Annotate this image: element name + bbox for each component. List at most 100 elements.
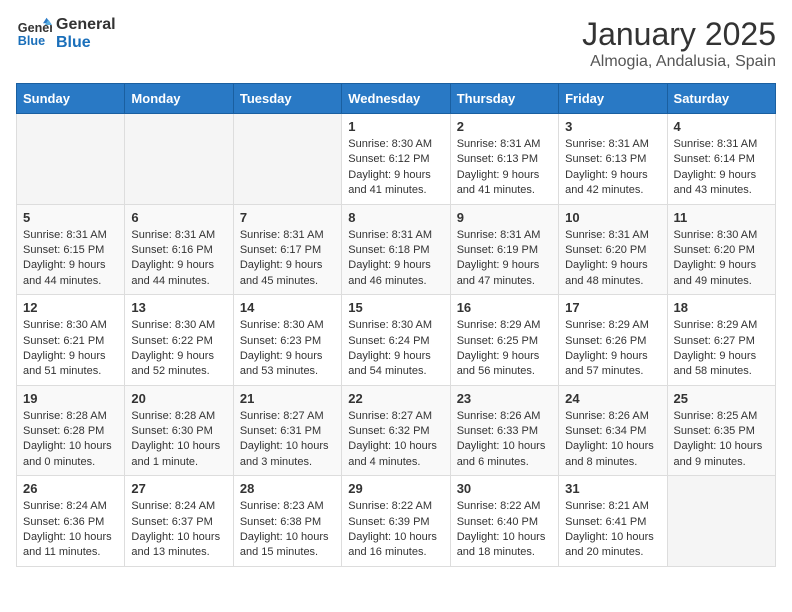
day-info: Sunrise: 8:31 AM Sunset: 6:17 PM Dayligh… xyxy=(240,228,335,290)
calendar-cell: 17 Sunrise: 8:29 AM Sunset: 6:26 PM Dayli… xyxy=(559,295,667,386)
weekday-header: Thursday xyxy=(450,84,558,114)
day-number: 29 xyxy=(348,481,443,496)
calendar-cell: 26 Sunrise: 8:24 AM Sunset: 6:36 PM Dayli… xyxy=(17,476,125,567)
day-info: Sunrise: 8:27 AM Sunset: 6:31 PM Dayligh… xyxy=(240,409,335,471)
calendar-cell: 3Sunrise: 8:31 AM Sunset: 6:13 PM Daylig… xyxy=(559,114,667,205)
day-info: Sunrise: 8:31 AM Sunset: 6:19 PM Dayligh… xyxy=(457,228,552,290)
day-info: Sunrise: 8:22 AM Sunset: 6:39 PM Dayligh… xyxy=(348,499,443,561)
calendar-cell xyxy=(17,114,125,205)
calendar-week-row: 26 Sunrise: 8:24 AM Sunset: 6:36 PM Dayli… xyxy=(17,476,776,567)
day-info: Sunrise: 8:24 AM Sunset: 6:36 PM Dayligh… xyxy=(23,499,118,561)
calendar-week-row: 12 Sunrise: 8:30 AM Sunset: 6:21 PM Dayli… xyxy=(17,295,776,386)
day-number: 6 xyxy=(131,210,226,225)
calendar-cell: 25 Sunrise: 8:25 AM Sunset: 6:35 PM Dayli… xyxy=(667,385,775,476)
calendar-cell xyxy=(233,114,341,205)
day-info: Sunrise: 8:30 AM Sunset: 6:24 PM Dayligh… xyxy=(348,318,443,380)
weekday-header: Saturday xyxy=(667,84,775,114)
calendar-table: SundayMondayTuesdayWednesdayThursdayFrid… xyxy=(16,83,776,567)
calendar-cell: 4Sunrise: 8:31 AM Sunset: 6:14 PM Daylig… xyxy=(667,114,775,205)
weekday-header: Monday xyxy=(125,84,233,114)
day-info: Sunrise: 8:25 AM Sunset: 6:35 PM Dayligh… xyxy=(674,409,769,471)
day-number: 10 xyxy=(565,210,660,225)
weekday-header: Friday xyxy=(559,84,667,114)
day-info: Sunrise: 8:30 AM Sunset: 6:12 PM Dayligh… xyxy=(348,137,443,199)
title-area: January 2025 Almogia, Andalusia, Spain xyxy=(582,16,776,71)
day-number: 21 xyxy=(240,391,335,406)
day-number: 31 xyxy=(565,481,660,496)
day-info: Sunrise: 8:26 AM Sunset: 6:33 PM Dayligh… xyxy=(457,409,552,471)
day-number: 27 xyxy=(131,481,226,496)
calendar-cell: 10Sunrise: 8:31 AM Sunset: 6:20 PM Dayli… xyxy=(559,204,667,295)
day-number: 7 xyxy=(240,210,335,225)
day-info: Sunrise: 8:29 AM Sunset: 6:26 PM Dayligh… xyxy=(565,318,660,380)
calendar-cell: 18 Sunrise: 8:29 AM Sunset: 6:27 PM Dayli… xyxy=(667,295,775,386)
logo-general: General xyxy=(56,16,116,34)
location-title: Almogia, Andalusia, Spain xyxy=(582,53,776,71)
day-info: Sunrise: 8:24 AM Sunset: 6:37 PM Dayligh… xyxy=(131,499,226,561)
calendar-cell: 2Sunrise: 8:31 AM Sunset: 6:13 PM Daylig… xyxy=(450,114,558,205)
day-number: 30 xyxy=(457,481,552,496)
calendar-cell: 22Sunrise: 8:27 AM Sunset: 6:32 PM Dayli… xyxy=(342,385,450,476)
logo-blue: Blue xyxy=(56,34,116,52)
day-number: 14 xyxy=(240,300,335,315)
day-number: 13 xyxy=(131,300,226,315)
calendar-cell: 29 Sunrise: 8:22 AM Sunset: 6:39 PM Dayli… xyxy=(342,476,450,567)
day-info: Sunrise: 8:30 AM Sunset: 6:20 PM Dayligh… xyxy=(674,228,769,290)
calendar-cell: 21 Sunrise: 8:27 AM Sunset: 6:31 PM Dayli… xyxy=(233,385,341,476)
day-number: 2 xyxy=(457,119,552,134)
day-number: 17 xyxy=(565,300,660,315)
calendar-cell: 15Sunrise: 8:30 AM Sunset: 6:24 PM Dayli… xyxy=(342,295,450,386)
day-info: Sunrise: 8:31 AM Sunset: 6:18 PM Dayligh… xyxy=(348,228,443,290)
calendar-cell: 14 Sunrise: 8:30 AM Sunset: 6:23 PM Dayli… xyxy=(233,295,341,386)
calendar-cell: 28 Sunrise: 8:23 AM Sunset: 6:38 PM Dayli… xyxy=(233,476,341,567)
day-info: Sunrise: 8:28 AM Sunset: 6:28 PM Dayligh… xyxy=(23,409,118,471)
day-info: Sunrise: 8:26 AM Sunset: 6:34 PM Dayligh… xyxy=(565,409,660,471)
calendar-cell: 31Sunrise: 8:21 AM Sunset: 6:41 PM Dayli… xyxy=(559,476,667,567)
calendar-cell: 9 Sunrise: 8:31 AM Sunset: 6:19 PM Daylig… xyxy=(450,204,558,295)
calendar-cell xyxy=(125,114,233,205)
calendar-cell: 5 Sunrise: 8:31 AM Sunset: 6:15 PM Daylig… xyxy=(17,204,125,295)
calendar-cell: 27 Sunrise: 8:24 AM Sunset: 6:37 PM Dayli… xyxy=(125,476,233,567)
day-number: 26 xyxy=(23,481,118,496)
weekday-header: Wednesday xyxy=(342,84,450,114)
day-number: 25 xyxy=(674,391,769,406)
day-info: Sunrise: 8:30 AM Sunset: 6:22 PM Dayligh… xyxy=(131,318,226,380)
calendar-cell: 19 Sunrise: 8:28 AM Sunset: 6:28 PM Dayli… xyxy=(17,385,125,476)
weekday-header: Sunday xyxy=(17,84,125,114)
logo: General Blue General Blue xyxy=(16,16,116,52)
day-number: 12 xyxy=(23,300,118,315)
calendar-cell xyxy=(667,476,775,567)
day-info: Sunrise: 8:28 AM Sunset: 6:30 PM Dayligh… xyxy=(131,409,226,471)
calendar-cell: 23Sunrise: 8:26 AM Sunset: 6:33 PM Dayli… xyxy=(450,385,558,476)
day-info: Sunrise: 8:30 AM Sunset: 6:23 PM Dayligh… xyxy=(240,318,335,380)
day-number: 24 xyxy=(565,391,660,406)
day-number: 19 xyxy=(23,391,118,406)
day-number: 8 xyxy=(348,210,443,225)
calendar-cell: 1 Sunrise: 8:30 AM Sunset: 6:12 PM Daylig… xyxy=(342,114,450,205)
calendar-cell: 8 Sunrise: 8:31 AM Sunset: 6:18 PM Daylig… xyxy=(342,204,450,295)
calendar-cell: 24 Sunrise: 8:26 AM Sunset: 6:34 PM Dayli… xyxy=(559,385,667,476)
day-number: 3 xyxy=(565,119,660,134)
day-number: 11 xyxy=(674,210,769,225)
day-number: 28 xyxy=(240,481,335,496)
day-info: Sunrise: 8:30 AM Sunset: 6:21 PM Dayligh… xyxy=(23,318,118,380)
day-info: Sunrise: 8:29 AM Sunset: 6:27 PM Dayligh… xyxy=(674,318,769,380)
calendar-cell: 7 Sunrise: 8:31 AM Sunset: 6:17 PM Daylig… xyxy=(233,204,341,295)
logo-icon: General Blue xyxy=(16,16,52,52)
day-info: Sunrise: 8:31 AM Sunset: 6:15 PM Dayligh… xyxy=(23,228,118,290)
day-info: Sunrise: 8:23 AM Sunset: 6:38 PM Dayligh… xyxy=(240,499,335,561)
day-number: 1 xyxy=(348,119,443,134)
calendar-cell: 6Sunrise: 8:31 AM Sunset: 6:16 PM Daylig… xyxy=(125,204,233,295)
day-number: 18 xyxy=(674,300,769,315)
day-number: 4 xyxy=(674,119,769,134)
weekday-header: Tuesday xyxy=(233,84,341,114)
day-info: Sunrise: 8:29 AM Sunset: 6:25 PM Dayligh… xyxy=(457,318,552,380)
calendar-cell: 30 Sunrise: 8:22 AM Sunset: 6:40 PM Dayli… xyxy=(450,476,558,567)
day-number: 5 xyxy=(23,210,118,225)
month-title: January 2025 xyxy=(582,16,776,53)
calendar-cell: 13 Sunrise: 8:30 AM Sunset: 6:22 PM Dayli… xyxy=(125,295,233,386)
calendar-cell: 11 Sunrise: 8:30 AM Sunset: 6:20 PM Dayli… xyxy=(667,204,775,295)
day-info: Sunrise: 8:22 AM Sunset: 6:40 PM Dayligh… xyxy=(457,499,552,561)
calendar-week-row: 1 Sunrise: 8:30 AM Sunset: 6:12 PM Daylig… xyxy=(17,114,776,205)
day-number: 9 xyxy=(457,210,552,225)
